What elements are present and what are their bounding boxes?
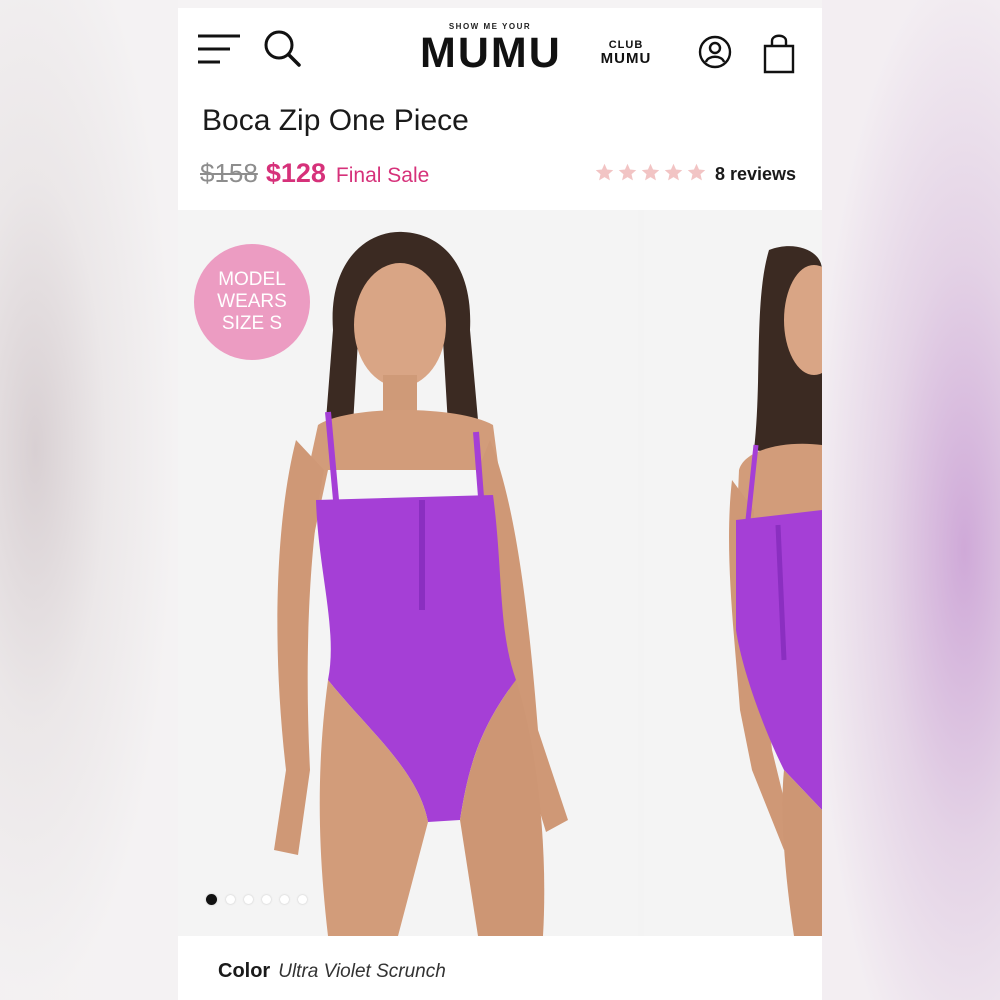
pagination-dot[interactable] <box>298 895 307 904</box>
search-icon[interactable] <box>262 28 302 68</box>
product-photo-next[interactable] <box>644 210 822 936</box>
pagination-dot[interactable] <box>280 895 289 904</box>
pagination-dot[interactable] <box>226 895 235 904</box>
product-gallery[interactable]: MODEL WEARS SIZE S <box>178 210 822 936</box>
menu-icon[interactable] <box>196 32 242 68</box>
color-selector-row: Color Ultra Violet Scrunch <box>218 960 446 983</box>
product-photo-main[interactable]: MODEL WEARS SIZE S <box>178 210 638 936</box>
badge-text: MODEL WEARS SIZE S <box>217 269 287 334</box>
pagination-dot[interactable] <box>262 895 271 904</box>
star-icon <box>618 163 637 181</box>
club-mumu-link[interactable]: CLUB MUMU <box>596 38 656 66</box>
blurred-left-background <box>0 0 178 1000</box>
brand-logo[interactable]: SHOW ME YOUR MUMU <box>420 22 562 77</box>
star-icon <box>664 163 683 181</box>
site-header: SHOW ME YOUR MUMU CLUB MUMU <box>178 8 822 98</box>
selected-color-name: Ultra Violet Scrunch <box>278 961 446 982</box>
blurred-right-background <box>822 0 1000 1000</box>
model-size-badge: MODEL WEARS SIZE S <box>194 244 310 360</box>
rating-stars[interactable] <box>594 162 707 183</box>
price-row: $158 $128 Final Sale <box>200 158 429 192</box>
reviews-link[interactable]: 8 reviews <box>715 164 796 185</box>
pagination-dot[interactable] <box>206 894 217 905</box>
product-title: Boca Zip One Piece <box>202 104 469 137</box>
color-label: Color <box>218 960 271 982</box>
product-page: SHOW ME YOUR MUMU CLUB MUMU Boca Zip One… <box>178 8 822 1000</box>
original-price: $158 <box>200 158 258 188</box>
gallery-pagination[interactable] <box>206 894 307 905</box>
bag-icon[interactable] <box>762 32 796 74</box>
final-sale-label: Final Sale <box>335 164 430 187</box>
account-icon[interactable] <box>698 35 732 69</box>
logo-wordmark: MUMU <box>420 29 562 77</box>
star-icon <box>687 163 706 181</box>
model-illustration-side <box>644 210 822 936</box>
star-icon <box>595 163 614 181</box>
club-label-line2: MUMU <box>600 50 652 67</box>
sale-price: $128 <box>265 158 326 188</box>
star-icon <box>641 163 660 181</box>
pagination-dot[interactable] <box>244 895 253 904</box>
